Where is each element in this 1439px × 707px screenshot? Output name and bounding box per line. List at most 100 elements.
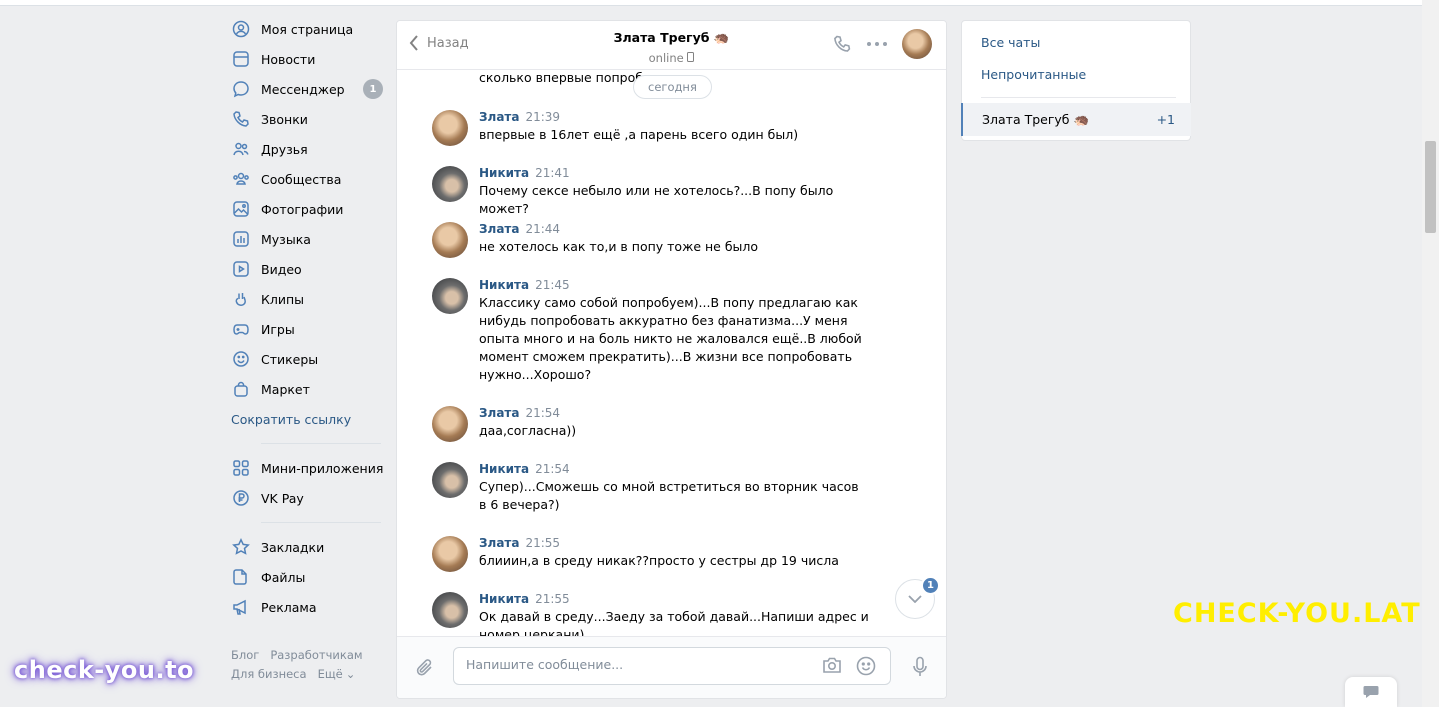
message-input-box bbox=[453, 647, 891, 685]
footer-developers[interactable]: Разработчикам bbox=[270, 648, 362, 662]
message-time: 21:54 bbox=[535, 462, 570, 476]
message: Никита 21:45 Классику само собой попробуем… bbox=[432, 276, 869, 384]
call-icon[interactable] bbox=[832, 34, 852, 54]
nav-vkpay[interactable]: VK Pay bbox=[229, 483, 389, 513]
floating-chat-button[interactable] bbox=[1345, 677, 1397, 707]
video-icon bbox=[231, 259, 251, 279]
nav-games[interactable]: Игры bbox=[229, 314, 389, 344]
message-author[interactable]: Злата bbox=[479, 110, 519, 124]
phone-icon bbox=[231, 109, 251, 129]
nav-news[interactable]: Новости bbox=[229, 44, 389, 74]
avatar[interactable] bbox=[432, 278, 468, 314]
message-author[interactable]: Никита bbox=[479, 462, 529, 476]
nav-communities[interactable]: Сообщества bbox=[229, 164, 389, 194]
news-icon bbox=[231, 49, 251, 69]
nav-clips[interactable]: Клипы bbox=[229, 284, 389, 314]
nav-label: Клипы bbox=[261, 291, 305, 307]
avatar[interactable] bbox=[432, 222, 468, 258]
message-text: блииин,а в среду никак??просто у сестры … bbox=[479, 553, 839, 568]
avatar[interactable] bbox=[432, 110, 468, 146]
nav-bookmarks[interactable]: Закладки bbox=[229, 532, 389, 562]
header-actions bbox=[818, 29, 932, 59]
nav-files[interactable]: Файлы bbox=[229, 562, 389, 592]
nav-music[interactable]: Музыка bbox=[229, 224, 389, 254]
nav-photos[interactable]: Фотографии bbox=[229, 194, 389, 224]
nav-ads[interactable]: Реклама bbox=[229, 592, 389, 622]
avatar[interactable] bbox=[432, 536, 468, 572]
message-time: 21:39 bbox=[525, 110, 561, 124]
message: Злата 21:44 не хотелось как то,и в попу то… bbox=[432, 220, 869, 258]
nav-label: Музыка bbox=[261, 231, 311, 247]
nav-label: Файлы bbox=[261, 569, 306, 585]
message: Злата 21:39 впервые в 16лет ещё ,а парень … bbox=[432, 108, 869, 146]
scrollbar-thumb[interactable] bbox=[1425, 141, 1436, 233]
nav-mini-apps[interactable]: Мини-приложения bbox=[229, 453, 389, 483]
page-scrollbar[interactable] bbox=[1422, 0, 1439, 707]
nav-label: Новости bbox=[261, 51, 316, 67]
watermark-left: check-you.to bbox=[14, 656, 195, 684]
microphone-icon[interactable] bbox=[912, 656, 928, 682]
mobile-icon bbox=[687, 51, 695, 65]
nav-friends[interactable]: Друзья bbox=[229, 134, 389, 164]
nav-messenger[interactable]: Мессенджер 1 bbox=[229, 74, 389, 104]
avatar[interactable] bbox=[432, 592, 468, 628]
shorten-link[interactable]: Сократить ссылку bbox=[229, 404, 389, 434]
message-time: 21:55 bbox=[525, 536, 561, 550]
nav-calls[interactable]: Звонки bbox=[229, 104, 389, 134]
nav-label: Закладки bbox=[261, 539, 325, 555]
filter-unread[interactable]: Непрочитанные bbox=[981, 67, 1086, 82]
smile-icon[interactable] bbox=[856, 656, 876, 680]
filter-all-chats[interactable]: Все чаты bbox=[981, 35, 1040, 50]
mini-apps-icon bbox=[231, 458, 251, 478]
peer-status: online bbox=[648, 51, 684, 65]
unread-badge: 1 bbox=[921, 576, 940, 595]
nav-divider bbox=[261, 443, 381, 444]
message-time: 21:55 bbox=[535, 592, 570, 606]
friends-icon bbox=[231, 139, 251, 159]
camera-icon[interactable] bbox=[822, 656, 842, 678]
composer bbox=[397, 636, 946, 698]
message-time: 21:45 bbox=[535, 278, 570, 292]
message-author[interactable]: Никита bbox=[479, 592, 529, 606]
message-time: 21:44 bbox=[525, 222, 561, 236]
communities-icon bbox=[231, 169, 251, 189]
message: Никита 21:55 Ок давай в среду...Заеду за т… bbox=[432, 590, 869, 638]
message-text: Почему сексе небыло или не хотелось?...В… bbox=[479, 183, 834, 216]
vkpay-icon bbox=[231, 488, 251, 508]
nav-video[interactable]: Видео bbox=[229, 254, 389, 284]
message-text: Супер)...Сможешь со мной встретиться во … bbox=[479, 479, 859, 512]
footer-blog[interactable]: Блог bbox=[231, 648, 259, 662]
market-icon bbox=[231, 379, 251, 399]
avatar[interactable] bbox=[432, 406, 468, 442]
stickers-icon bbox=[231, 349, 251, 369]
avatar[interactable] bbox=[432, 462, 468, 498]
message-author[interactable]: Злата bbox=[479, 406, 519, 420]
nav-my-page[interactable]: Моя страница bbox=[229, 14, 389, 44]
nav-label: Фотографии bbox=[261, 201, 344, 217]
messenger-count-badge: 1 bbox=[363, 79, 383, 99]
chat-window: Назад Злата Трегуб 🦔 online сколько впер… bbox=[396, 20, 947, 699]
chat-header: Назад Злата Трегуб 🦔 online bbox=[397, 21, 946, 70]
nav-label: Моя страница bbox=[261, 21, 354, 37]
nav-stickers[interactable]: Стикеры bbox=[229, 344, 389, 374]
footer-more[interactable]: Ещё ⌄ bbox=[318, 667, 367, 681]
message-author[interactable]: Никита bbox=[479, 166, 529, 180]
active-chat-item[interactable]: Злата Трегуб 🦔 +1 bbox=[961, 103, 1191, 136]
peer-avatar[interactable] bbox=[902, 29, 932, 59]
message-author[interactable]: Никита bbox=[479, 278, 529, 292]
footer-business[interactable]: Для бизнеса bbox=[231, 667, 307, 681]
message-input[interactable] bbox=[466, 657, 796, 672]
message-list: сколько впервые попробо сегодня Злата 21:… bbox=[397, 70, 946, 638]
message-time: 21:54 bbox=[525, 406, 561, 420]
games-icon bbox=[231, 319, 251, 339]
chevron-down-icon bbox=[908, 595, 922, 603]
nav-market[interactable]: Маркет bbox=[229, 374, 389, 404]
more-icon[interactable] bbox=[866, 41, 888, 47]
avatar[interactable] bbox=[432, 166, 468, 202]
message-author[interactable]: Злата bbox=[479, 536, 519, 550]
paperclip-icon[interactable] bbox=[415, 657, 435, 683]
nav-label: VK Pay bbox=[261, 490, 304, 506]
music-icon bbox=[231, 229, 251, 249]
message-author[interactable]: Злата bbox=[479, 222, 519, 236]
files-icon bbox=[231, 567, 251, 587]
